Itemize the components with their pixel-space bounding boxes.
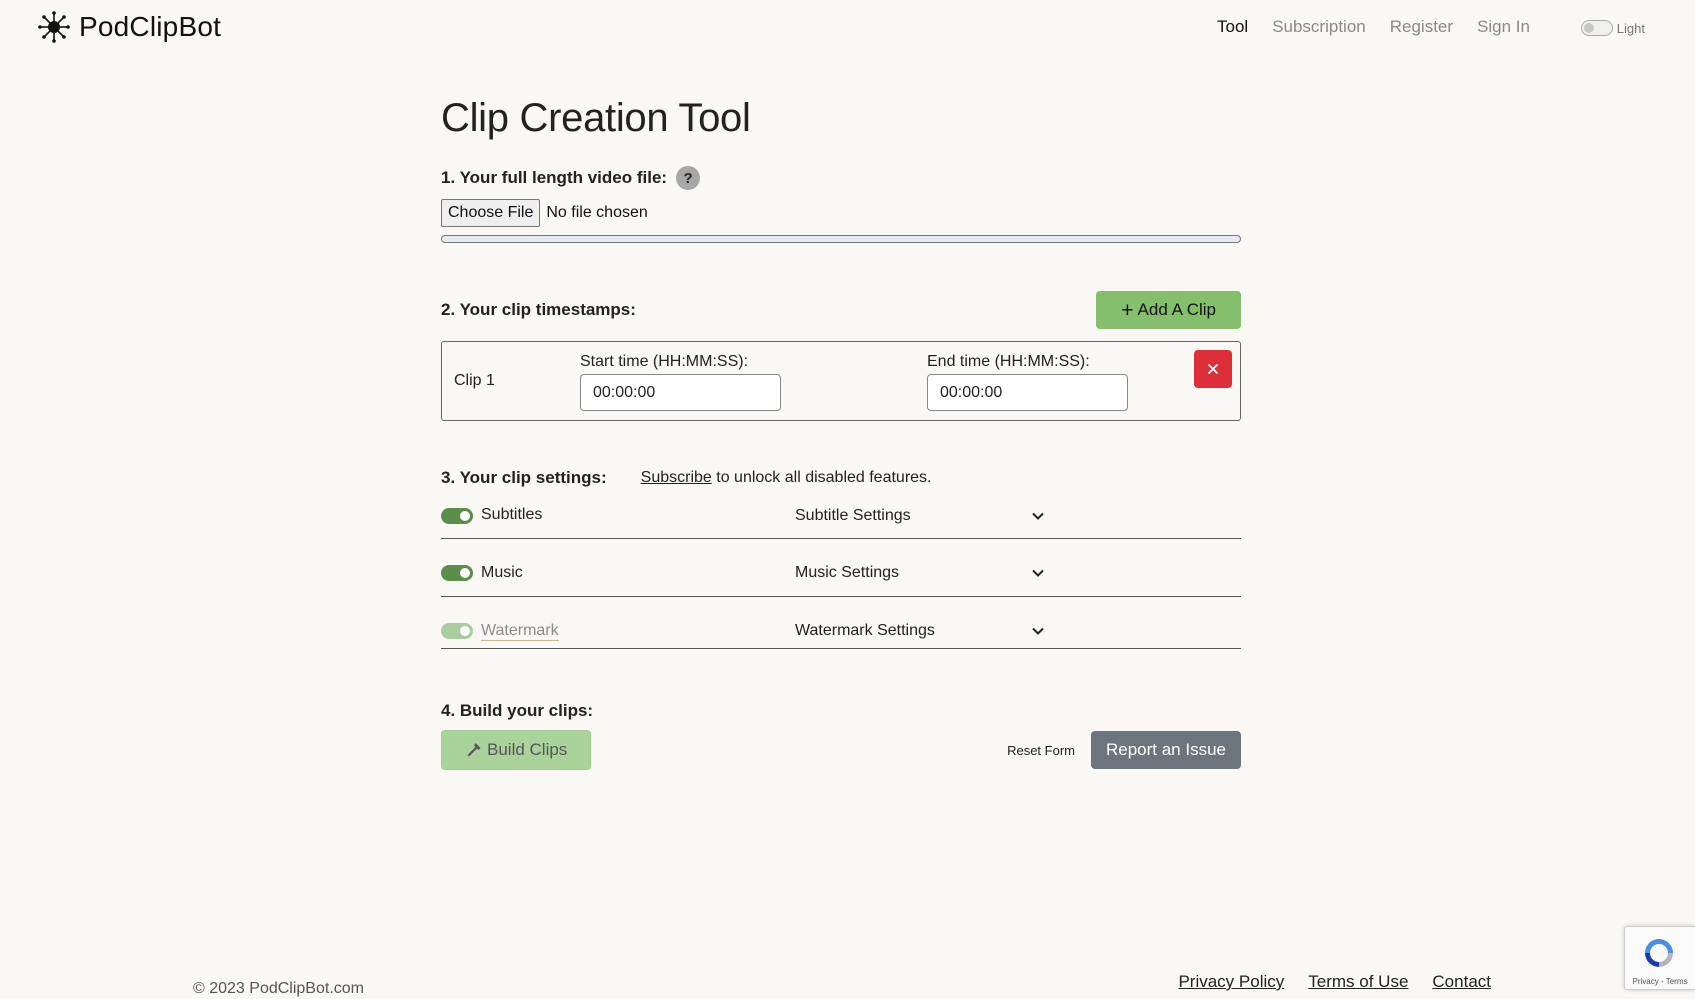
step3-label: 3. Your clip settings: <box>441 468 607 487</box>
unlock-note: Subscribe to unlock all disabled feature… <box>641 469 932 487</box>
plus-icon: + <box>1121 298 1134 322</box>
start-time-label: Start time (HH:MM:SS): <box>580 353 749 370</box>
logo-icon <box>38 11 70 43</box>
music-row: Music Music Settings <box>441 539 1241 597</box>
upload-progress-bar <box>441 235 1241 243</box>
end-time-label: End time (HH:MM:SS): <box>927 353 1090 370</box>
contact-link[interactable]: Contact <box>1432 972 1491 992</box>
watermark-settings-label: Watermark Settings <box>795 622 935 639</box>
copyright: © 2023 PodClipBot.com <box>193 980 364 997</box>
hammer-icon <box>467 743 481 757</box>
chevron-down-icon <box>1032 512 1044 520</box>
subtitle-settings-dropdown[interactable]: Subtitle Settings <box>795 507 1045 525</box>
step2-label: 2. Your clip timestamps: <box>441 300 636 319</box>
step1-label: 1. Your full length video file: <box>441 168 668 187</box>
secondary-actions: Reset Form Report an Issue <box>1007 731 1241 769</box>
watermark-toggle <box>441 623 473 639</box>
subscribe-link[interactable]: Subscribe <box>641 469 712 486</box>
step4-label: 4. Build your clips: <box>441 701 594 720</box>
step3-header: 3. Your clip settings: Subscribe to unlo… <box>441 467 1241 489</box>
subtitle-settings-label: Subtitle Settings <box>795 507 911 524</box>
music-label: Music <box>481 564 523 581</box>
privacy-policy-link[interactable]: Privacy Policy <box>1178 972 1284 992</box>
recaptcha-text[interactable]: Privacy - Terms <box>1625 977 1695 986</box>
end-time-group: End time (HH:MM:SS): 00:00:00 <box>927 353 1128 411</box>
nav-tool[interactable]: Tool <box>1217 17 1248 37</box>
chevron-down-icon <box>1032 627 1044 635</box>
theme-switch[interactable] <box>1580 20 1613 36</box>
nav-register[interactable]: Register <box>1390 17 1453 37</box>
recaptcha-badge[interactable]: Privacy - Terms <box>1624 926 1695 990</box>
start-time-group: Start time (HH:MM:SS): 00:00:00 <box>580 353 781 411</box>
nav-subscription[interactable]: Subscription <box>1272 17 1366 37</box>
file-input: Choose File No file chosen <box>441 199 1241 227</box>
chevron-down-icon <box>1032 569 1044 577</box>
subtitles-label: Subtitles <box>481 506 543 523</box>
main-content: Clip Creation Tool 1. Your full length v… <box>441 96 1241 770</box>
clip-label: Clip 1 <box>454 372 495 389</box>
build-clips-label: Build Clips <box>487 740 568 759</box>
help-icon[interactable]: ? <box>676 166 701 190</box>
theme-toggle[interactable]: Light <box>1580 20 1645 36</box>
delete-clip-button[interactable] <box>1194 350 1232 388</box>
music-settings-dropdown[interactable]: Music Settings <box>795 564 1045 582</box>
theme-label: Light <box>1616 20 1645 36</box>
music-settings-label: Music Settings <box>795 564 900 581</box>
reset-form-link[interactable]: Reset Form <box>1007 743 1075 758</box>
subtitles-row: Subtitles Subtitle Settings <box>441 501 1241 539</box>
choose-file-button[interactable]: Choose File <box>441 199 541 227</box>
close-icon <box>1207 363 1219 375</box>
recaptcha-icon <box>1645 939 1673 967</box>
nav-sign-in[interactable]: Sign In <box>1477 17 1530 37</box>
step1-header: 1. Your full length video file: ? <box>441 165 1241 191</box>
terms-of-use-link[interactable]: Terms of Use <box>1308 972 1408 992</box>
add-clip-button[interactable]: + Add A Clip <box>1096 291 1241 329</box>
clip-row: Clip 1 Start time (HH:MM:SS): 00:00:00 E… <box>441 341 1241 421</box>
end-time-input[interactable]: 00:00:00 <box>927 374 1128 411</box>
nav-links: Tool Subscription Register Sign In <box>1217 17 1530 37</box>
step2-header: 2. Your clip timestamps: + Add A Clip <box>441 291 1241 329</box>
watermark-label: Watermark <box>481 622 559 641</box>
footer-links: Privacy Policy Terms of Use Contact <box>1178 972 1491 992</box>
file-status: No file chosen <box>546 204 648 221</box>
subtitles-toggle[interactable] <box>441 508 473 524</box>
unlock-text: to unlock all disabled features. <box>716 469 932 486</box>
brand-link[interactable]: PodClipBot <box>37 10 221 44</box>
music-toggle[interactable] <box>441 565 473 581</box>
watermark-row: Watermark Watermark Settings <box>441 597 1241 649</box>
add-clip-label: Add A Clip <box>1137 300 1216 319</box>
brand-name: PodClipBot <box>79 11 222 42</box>
watermark-settings-dropdown[interactable]: Watermark Settings <box>795 622 1045 640</box>
navbar: PodClipBot Tool Subscription Register Si… <box>0 0 1695 56</box>
build-row: Build Clips Reset Form Report an Issue <box>441 730 1241 770</box>
page-title: Clip Creation Tool <box>441 96 751 140</box>
report-issue-button[interactable]: Report an Issue <box>1090 731 1241 769</box>
build-clips-button[interactable]: Build Clips <box>441 730 592 770</box>
start-time-input[interactable]: 00:00:00 <box>580 374 781 411</box>
